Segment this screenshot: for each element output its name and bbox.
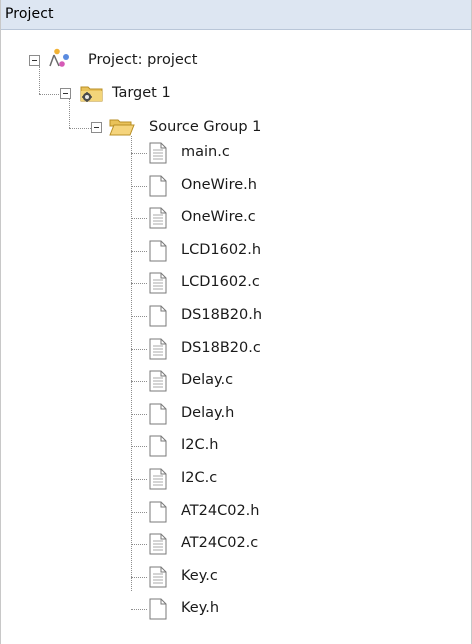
tree-connector xyxy=(131,136,132,591)
project-tree: Project: project Target 1 Source Group 1… xyxy=(1,0,471,644)
tree-file-label: Delay.h xyxy=(181,404,235,421)
tree-connector xyxy=(131,153,147,154)
tree-connector xyxy=(131,283,147,285)
tree-connector xyxy=(131,544,147,546)
c-source-file-icon xyxy=(149,468,167,490)
c-source-file-icon xyxy=(149,566,167,588)
tree-connector xyxy=(131,250,147,252)
c-source-file-icon xyxy=(149,207,167,229)
tree-connector xyxy=(131,609,147,611)
project-panel: Project Project: project Target 1 Source… xyxy=(0,0,472,644)
tree-file-label: I2C.c xyxy=(181,470,218,486)
c-source-file-icon xyxy=(149,142,167,164)
tree-connector xyxy=(131,218,147,220)
tree-connector xyxy=(131,185,147,187)
tree-connector xyxy=(39,94,59,95)
tree-file-label: Key.c xyxy=(181,567,218,584)
tree-connector xyxy=(69,98,70,128)
tree-file-label: OneWire.h xyxy=(181,176,257,193)
tree-connector xyxy=(39,66,40,94)
tree-node-label: Project: project xyxy=(88,52,198,68)
header-file-icon xyxy=(149,305,167,327)
target-folder-icon xyxy=(80,86,103,102)
header-file-icon xyxy=(149,175,167,197)
c-source-file-icon xyxy=(149,338,167,360)
header-file-icon xyxy=(149,435,167,457)
collapse-toggle[interactable] xyxy=(29,55,40,66)
tree-connector xyxy=(131,511,147,513)
tree-file-label: main.c xyxy=(181,144,230,160)
header-file-icon xyxy=(149,240,167,262)
tree-file-label: AT24C02.c xyxy=(181,535,259,552)
collapse-toggle[interactable] xyxy=(91,122,102,133)
tree-node-label: Target 1 xyxy=(112,85,171,101)
tree-node-label: Source Group 1 xyxy=(149,119,262,135)
project-icon xyxy=(49,48,69,67)
tree-connector xyxy=(131,348,147,350)
header-file-icon xyxy=(149,403,167,425)
collapse-toggle[interactable] xyxy=(60,88,71,99)
tree-connector xyxy=(131,316,147,317)
tree-file-label: DS18B20.h xyxy=(181,307,263,323)
tree-file-label: Key.h xyxy=(181,600,220,617)
tree-connector xyxy=(131,576,147,578)
tree-file-label: OneWire.c xyxy=(181,209,256,226)
tree-file-label: AT24C02.h xyxy=(181,502,260,519)
tree-connector xyxy=(131,381,147,383)
tree-connector xyxy=(131,413,147,415)
tree-file-label: Delay.c xyxy=(181,372,234,389)
tree-file-label: I2C.h xyxy=(181,437,219,454)
tree-file-label: LCD1602.c xyxy=(181,274,260,291)
c-source-file-icon xyxy=(149,370,167,392)
header-file-icon xyxy=(149,598,167,620)
tree-file-label: LCD1602.h xyxy=(181,241,262,258)
tree-connector xyxy=(131,479,147,480)
tree-file-label: DS18B20.c xyxy=(181,339,261,356)
c-source-file-icon xyxy=(149,533,167,555)
folder-open-icon xyxy=(109,119,135,136)
header-file-icon xyxy=(149,501,167,523)
tree-connector xyxy=(131,446,147,448)
c-source-file-icon xyxy=(149,272,167,294)
tree-connector xyxy=(69,128,91,129)
